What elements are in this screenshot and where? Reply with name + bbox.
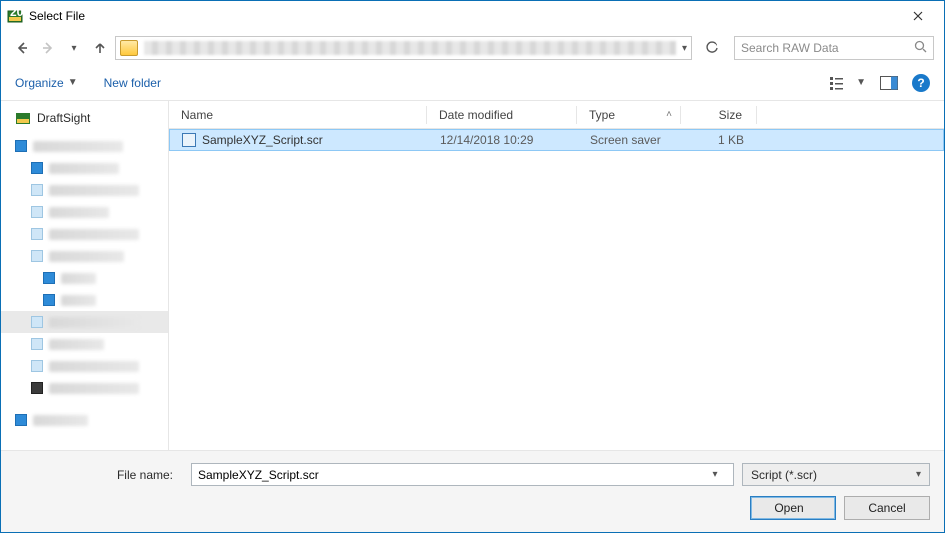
help-icon: ? bbox=[917, 76, 924, 90]
back-button[interactable] bbox=[11, 37, 33, 59]
chevron-down-icon: ▼ bbox=[856, 77, 866, 88]
toolbar: Organize ▼ New folder ▼ ? bbox=[1, 65, 944, 101]
close-button[interactable] bbox=[898, 1, 938, 31]
draftsight-icon bbox=[15, 110, 31, 126]
file-list[interactable]: SampleXYZ_Script.scr 12/14/2018 10:29 Sc… bbox=[169, 129, 944, 450]
organize-label: Organize bbox=[15, 76, 64, 90]
app-icon: 2018 bbox=[7, 8, 23, 24]
search-input[interactable] bbox=[741, 41, 914, 55]
sidebar-item[interactable] bbox=[1, 179, 168, 201]
preview-pane-icon bbox=[880, 76, 898, 90]
col-type[interactable]: Type˄ bbox=[577, 106, 681, 124]
file-dialog: 2018 Select File ▾ ▾ bbox=[0, 0, 945, 533]
sidebar-item[interactable] bbox=[1, 333, 168, 355]
view-options-button[interactable]: ▼ bbox=[830, 76, 866, 90]
sidebar-item[interactable] bbox=[1, 135, 168, 157]
sidebar-item-label: DraftSight bbox=[37, 111, 90, 125]
file-icon bbox=[182, 133, 196, 147]
file-content: Name Date modified Type˄ Size SampleXYZ_… bbox=[169, 101, 944, 450]
sidebar-item[interactable] bbox=[1, 377, 168, 399]
file-date: 12/14/2018 10:29 bbox=[428, 133, 578, 147]
sidebar-item[interactable] bbox=[1, 289, 168, 311]
column-headers: Name Date modified Type˄ Size bbox=[169, 101, 944, 129]
open-button[interactable]: Open bbox=[750, 496, 836, 520]
search-icon bbox=[914, 40, 927, 56]
chevron-down-icon[interactable]: ▾ bbox=[682, 43, 687, 54]
filename-label: File name: bbox=[15, 468, 183, 482]
breadcrumb[interactable]: ▾ bbox=[115, 36, 692, 60]
footer: File name: ▾ Script (*.scr) ▾ Open Cance… bbox=[1, 450, 944, 532]
sidebar-item[interactable] bbox=[1, 355, 168, 377]
file-name: SampleXYZ_Script.scr bbox=[202, 133, 323, 147]
sidebar-item[interactable] bbox=[1, 157, 168, 179]
search-box[interactable] bbox=[734, 36, 934, 60]
nav-row: ▾ ▾ bbox=[1, 31, 944, 65]
sidebar-item[interactable] bbox=[1, 201, 168, 223]
preview-pane-button[interactable] bbox=[880, 76, 898, 90]
file-size: 1 KB bbox=[682, 133, 758, 147]
arrow-left-icon bbox=[15, 41, 29, 55]
body: DraftSight Name Date modified Type˄ Si bbox=[1, 101, 944, 450]
filename-field-wrap[interactable]: ▾ bbox=[191, 463, 734, 486]
arrow-up-icon bbox=[93, 41, 107, 55]
new-folder-button[interactable]: New folder bbox=[104, 76, 161, 90]
organize-menu[interactable]: Organize ▼ bbox=[15, 76, 78, 90]
help-button[interactable]: ? bbox=[912, 74, 930, 92]
sidebar-item[interactable] bbox=[1, 311, 168, 333]
col-size[interactable]: Size bbox=[681, 106, 757, 124]
recent-dropdown[interactable]: ▾ bbox=[63, 37, 85, 59]
titlebar: 2018 Select File bbox=[1, 1, 944, 31]
folder-icon bbox=[120, 40, 138, 56]
sidebar-item[interactable] bbox=[1, 409, 168, 431]
sidebar-item-draftsight[interactable]: DraftSight bbox=[1, 107, 168, 129]
close-icon bbox=[913, 11, 923, 21]
sidebar-item[interactable] bbox=[1, 267, 168, 289]
chevron-down-icon: ▼ bbox=[68, 77, 78, 88]
chevron-down-icon: ▾ bbox=[71, 43, 76, 54]
breadcrumb-path-obscured bbox=[144, 41, 676, 55]
chevron-down-icon: ▾ bbox=[916, 469, 921, 480]
cancel-button[interactable]: Cancel bbox=[844, 496, 930, 520]
sidebar-item[interactable] bbox=[1, 223, 168, 245]
forward-button[interactable] bbox=[37, 37, 59, 59]
up-button[interactable] bbox=[89, 37, 111, 59]
svg-text:2018: 2018 bbox=[10, 8, 23, 19]
file-row[interactable]: SampleXYZ_Script.scr 12/14/2018 10:29 Sc… bbox=[169, 129, 944, 151]
sort-caret-icon: ˄ bbox=[666, 109, 680, 120]
col-name[interactable]: Name bbox=[169, 106, 427, 124]
file-type: Screen saver bbox=[578, 133, 682, 147]
sidebar-item[interactable] bbox=[1, 245, 168, 267]
sidebar: DraftSight bbox=[1, 101, 169, 450]
window-title: Select File bbox=[29, 9, 85, 23]
file-type-filter[interactable]: Script (*.scr) ▾ bbox=[742, 463, 930, 486]
filter-label: Script (*.scr) bbox=[751, 468, 817, 482]
refresh-icon bbox=[705, 41, 719, 55]
list-view-icon bbox=[830, 76, 852, 90]
chevron-down-icon[interactable]: ▾ bbox=[703, 469, 727, 480]
refresh-button[interactable] bbox=[700, 36, 724, 60]
arrow-right-icon bbox=[41, 41, 55, 55]
filename-input[interactable] bbox=[198, 468, 703, 482]
col-date[interactable]: Date modified bbox=[427, 106, 577, 124]
